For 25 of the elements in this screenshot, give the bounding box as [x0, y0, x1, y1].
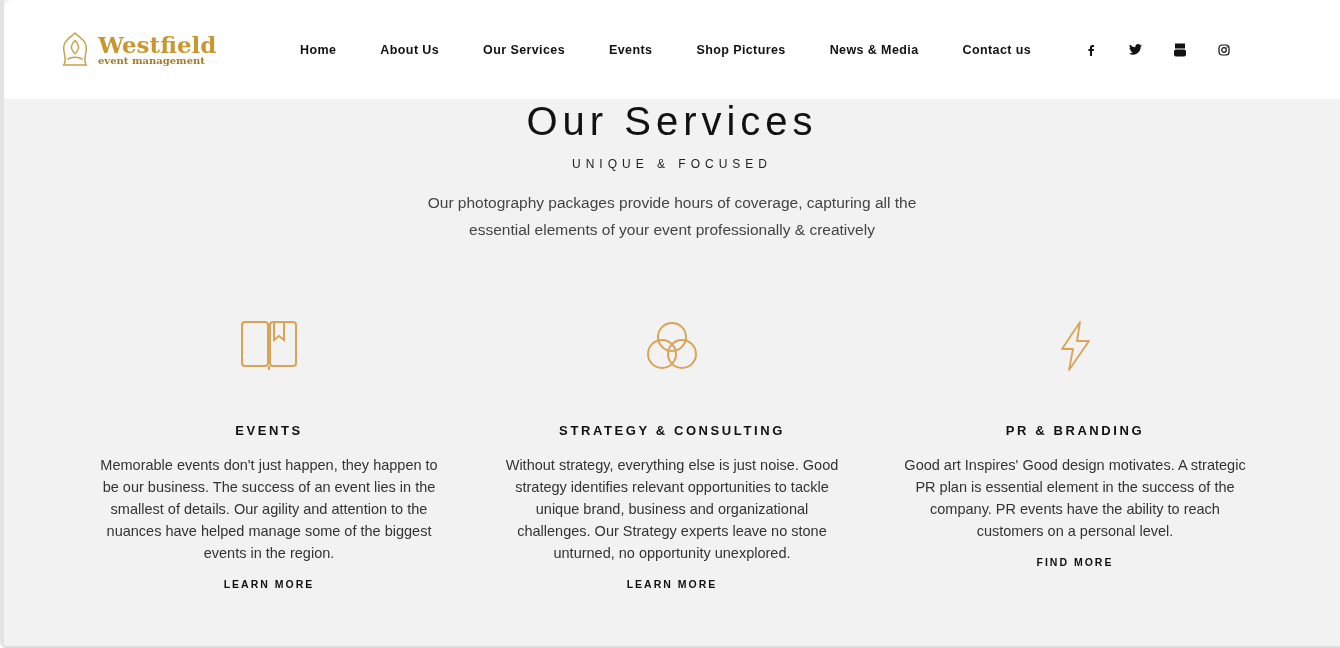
book-icon: [241, 321, 297, 371]
service-description: Good art Inspires' Good design motivates. A strategic PR plan is essential element in the success of the company. PR events have the ability to reach customers on a personal level.: [903, 456, 1247, 541]
section-subtitle: UNIQUE & FOCUSED: [572, 157, 772, 171]
logo-tagline: event management: [98, 56, 206, 66]
nav-link[interactable]: Home: [300, 42, 337, 57]
service-link[interactable]: LEARN MORE: [626, 578, 718, 590]
service-link[interactable]: LEARN MORE: [223, 578, 315, 590]
nav-link[interactable]: About Us: [380, 42, 440, 57]
service-description: Memorable events don't just happen, they happen to be our business. The success of an event lies in the smallest of details. Our agility and attention to the nuances have helped manage some of the biggest events in the region.: [99, 456, 439, 563]
nav-link[interactable]: Contact us: [962, 42, 1032, 57]
service-heading: EVENTS: [235, 423, 303, 438]
nav-link[interactable]: Events: [609, 42, 653, 57]
nav-link[interactable]: News & Media: [829, 42, 919, 57]
nav-link[interactable]: Shop Pictures: [696, 42, 786, 57]
twitter-icon[interactable]: [1129, 44, 1143, 55]
service-link[interactable]: FIND MORE: [1036, 556, 1114, 568]
nav-link[interactable]: Our Services: [483, 42, 566, 57]
service-heading: PR & BRANDING: [1005, 423, 1145, 438]
page-title: Our Services: [526, 99, 818, 143]
service-heading: STRATEGY & CONSULTING: [559, 423, 785, 438]
service-description: Without strategy, everything else is just noise. Good strategy identifies relevant opportunities to tackle unique brand, business and organizational challenges. Our Strategy experts leave no stone unturned, no opportunity unexplored.: [504, 456, 840, 563]
lightning-icon: [1059, 321, 1091, 371]
intro-text: Our photography packages provide hours of coverage, capturing all the essential elements of your event professionally & creatively: [426, 193, 918, 240]
rings-icon: [646, 321, 698, 371]
instagram-icon[interactable]: [1218, 43, 1231, 56]
